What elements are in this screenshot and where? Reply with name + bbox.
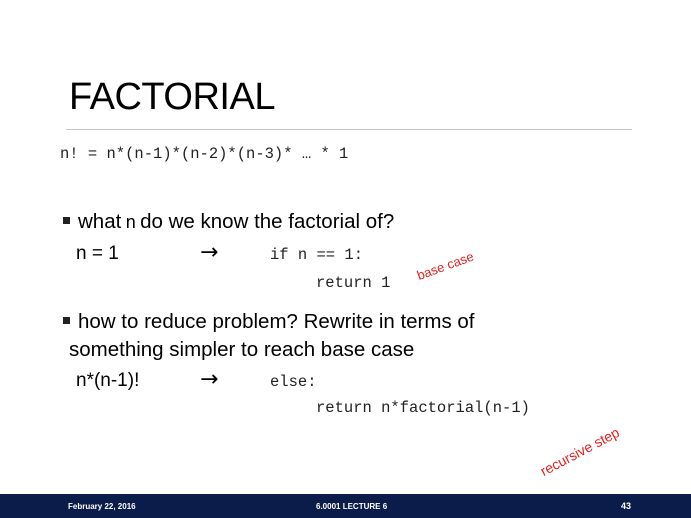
- code-else-line: else:: [270, 373, 317, 391]
- bullet-marker: [63, 317, 70, 324]
- slide-footer: February 22, 2016 6.0001 LECTURE 6 43: [0, 494, 691, 518]
- slide: FACTORIAL n! = n*(n-1)*(n-2)*(n-3)* … * …: [0, 0, 691, 518]
- arrow-right-icon: →: [200, 367, 219, 392]
- footer-date: February 22, 2016: [68, 502, 136, 511]
- code-if-line: if n == 1:: [270, 246, 364, 264]
- bullet-text-post: do we know the factorial of?: [140, 210, 395, 233]
- bullet-code-n: n: [125, 214, 137, 234]
- bullet-reduce-problem: how to reduce problem? Rewrite in terms …: [63, 310, 475, 334]
- bullet-text-line1: how to reduce problem? Rewrite in terms …: [78, 310, 475, 333]
- code-return-1: return 1: [316, 274, 391, 292]
- bullet-what-n: what n do we know the factorial of?: [63, 210, 394, 234]
- slide-title: FACTORIAL: [69, 76, 275, 118]
- factorial-formula: n! = n*(n-1)*(n-2)*(n-3)* … * 1: [60, 145, 349, 163]
- base-case-annotation: base case: [414, 248, 476, 283]
- bullet-text-line2: something simpler to reach base case: [69, 338, 415, 361]
- base-case-condition: n = 1: [76, 243, 119, 264]
- recursive-step-annotation: recursive step: [537, 423, 622, 479]
- bullet-marker: [63, 217, 70, 224]
- bullet-text-pre: what: [78, 210, 122, 233]
- code-return-recursive: return n*factorial(n-1): [316, 399, 530, 417]
- arrow-right-icon: →: [200, 240, 219, 265]
- footer-page-number: 43: [621, 501, 632, 511]
- recursive-condition: n*(n-1)!: [76, 370, 140, 391]
- title-divider: [66, 129, 632, 130]
- footer-course: 6.0001 LECTURE 6: [316, 502, 388, 511]
